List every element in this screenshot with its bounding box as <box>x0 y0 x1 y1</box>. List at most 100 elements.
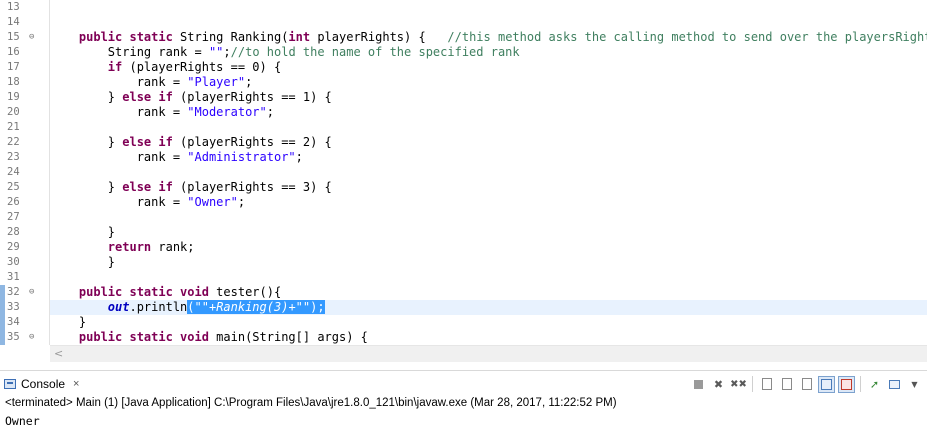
line-number: 27 <box>7 211 20 223</box>
line-number: 34 <box>7 316 20 328</box>
code-token: String rank = <box>50 45 209 59</box>
code-token: "Administrator" <box>187 150 296 164</box>
line-number: 31 <box>7 271 20 283</box>
line-number: 35 <box>7 331 20 343</box>
scroll-left-icon[interactable]: < <box>54 346 63 362</box>
code-token: } <box>50 255 116 269</box>
view-menu-icon[interactable]: ▼ <box>906 376 923 393</box>
toolbar-separator <box>752 376 753 392</box>
scroll-lock-icon[interactable] <box>758 376 775 393</box>
console-icon <box>4 378 16 389</box>
fold-collapse-icon[interactable]: ⊖ <box>29 285 39 300</box>
code-token: "Owner" <box>187 195 238 209</box>
open-console-icon[interactable] <box>886 376 903 393</box>
console-output[interactable]: Owner <box>0 414 927 432</box>
code-line[interactable]: } <box>50 225 927 240</box>
code-token: } <box>50 135 123 149</box>
code-token: (playerRights == 2) { <box>172 135 332 149</box>
code-token: out <box>107 300 130 314</box>
line-number-gutter: 13 14 15 ⊖ 16 17 18 19 20 21 22 23 24 25 26 27 28 29 30 31 3… <box>5 0 50 345</box>
code-line[interactable] <box>50 120 927 135</box>
code-line[interactable]: } else if (playerRights == 2) { <box>50 135 927 150</box>
code-line[interactable]: } <box>50 315 927 330</box>
horizontal-scrollbar[interactable]: < <box>50 345 927 362</box>
code-line[interactable] <box>50 270 927 285</box>
line-number: 17 <box>7 61 20 73</box>
line-number: 24 <box>7 166 20 178</box>
code-token: "" <box>208 45 224 59</box>
code-line[interactable]: rank = "Administrator"; <box>50 150 927 165</box>
line-number: 26 <box>7 196 20 208</box>
code-line[interactable]: rank = "Owner"; <box>50 195 927 210</box>
console-view-header: Console × ✖ ✖✖ ➚ ▼ <box>0 370 927 396</box>
show-console-on-output-icon[interactable] <box>798 376 815 393</box>
close-icon[interactable]: × <box>73 378 79 390</box>
code-line[interactable]: public static void main(String[] args) { <box>50 330 927 345</box>
code-area[interactable]: public static String Ranking(int playerR… <box>50 0 927 345</box>
code-token: public static <box>78 30 173 44</box>
code-line[interactable]: if (playerRights == 0) { <box>50 60 927 75</box>
display-selected-console-icon[interactable] <box>838 375 855 393</box>
fold-collapse-icon[interactable]: ⊖ <box>29 30 39 45</box>
console-toolbar: ✖ ✖✖ ➚ ▼ <box>690 374 923 394</box>
code-token: rank = <box>50 150 188 164</box>
tab-console[interactable]: Console × <box>4 373 79 394</box>
code-token: (playerRights == 3) { <box>172 180 332 194</box>
pin-console-icon[interactable]: ➚ <box>866 376 883 393</box>
code-token: } <box>50 315 87 329</box>
code-token: } <box>50 180 123 194</box>
remove-all-terminated-icon[interactable]: ✖✖ <box>730 376 747 393</box>
code-token: public static void <box>78 330 209 344</box>
code-line[interactable] <box>50 15 927 30</box>
code-token: ; <box>237 195 246 209</box>
code-token: if <box>107 60 123 74</box>
console-tab-label: Console <box>21 376 66 391</box>
code-token: (""+Ranking(3)+""); <box>187 300 325 314</box>
code-line[interactable]: String rank = "";//to hold the name of t… <box>50 45 927 60</box>
code-token: else if <box>122 135 173 149</box>
code-token: (playerRights == 1) { <box>172 90 332 104</box>
code-line[interactable]: public static void tester(){ <box>50 285 927 300</box>
code-line[interactable]: } else if (playerRights == 3) { <box>50 180 927 195</box>
remove-launch-icon[interactable]: ✖ <box>710 376 727 393</box>
show-console-on-error-icon[interactable] <box>818 375 835 393</box>
code-line[interactable]: rank = "Player"; <box>50 75 927 90</box>
line-number: 28 <box>7 226 20 238</box>
code-token: (playerRights == 0) { <box>122 60 282 74</box>
code-line[interactable]: rank = "Moderator"; <box>50 105 927 120</box>
code-token: ; <box>223 45 231 59</box>
code-token: rank = <box>50 75 188 89</box>
code-token: int <box>288 30 311 44</box>
code-token: .println <box>129 300 188 314</box>
code-line[interactable]: } <box>50 255 927 270</box>
line-number: 32 <box>7 286 20 298</box>
code-line[interactable] <box>50 0 927 15</box>
line-number: 22 <box>7 136 20 148</box>
code-line[interactable]: return rank; <box>50 240 927 255</box>
code-token: ; <box>266 105 274 119</box>
console-launch-status: <terminated> Main (1) [Java Application]… <box>5 397 617 409</box>
line-number: 14 <box>7 16 20 28</box>
code-token: public static void <box>78 285 209 299</box>
code-token: rank = <box>50 105 188 119</box>
fold-collapse-icon[interactable]: ⊖ <box>29 330 39 345</box>
toolbar-separator <box>860 376 861 392</box>
code-line[interactable]: public static String Ranking(int playerR… <box>50 30 927 45</box>
code-line[interactable]: } else if (playerRights == 1) { <box>50 90 927 105</box>
code-line[interactable] <box>50 165 927 180</box>
line-number: 13 <box>7 1 20 13</box>
code-line[interactable] <box>50 210 927 225</box>
line-number: 16 <box>7 46 20 58</box>
code-editor[interactable]: 13 14 15 ⊖ 16 17 18 19 20 21 22 23 24 25 26 27 28 29 30 31 3… <box>0 0 927 362</box>
code-line[interactable]: out.println(""+Ranking(3)+""); <box>50 300 927 315</box>
line-number: 29 <box>7 241 20 253</box>
terminate-icon[interactable] <box>690 376 707 393</box>
code-token: ; <box>245 75 253 89</box>
line-number: 25 <box>7 181 20 193</box>
code-token: main(String[] args) { <box>208 330 368 344</box>
word-wrap-icon[interactable] <box>778 376 795 393</box>
line-number: 30 <box>7 256 20 268</box>
